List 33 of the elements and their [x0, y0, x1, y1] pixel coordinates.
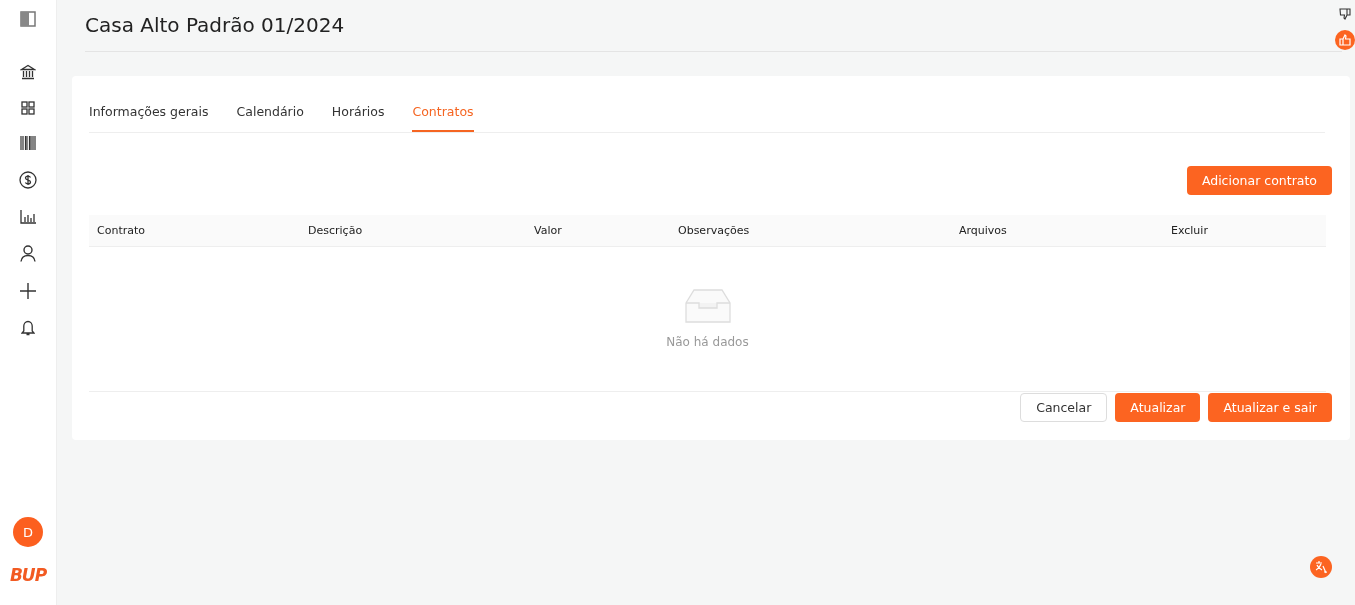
translate-button[interactable] — [1310, 556, 1332, 578]
column-header: Valor — [534, 224, 562, 237]
cancel-button[interactable]: Cancelar — [1020, 393, 1108, 422]
plus-icon[interactable] — [20, 283, 36, 299]
user-avatar[interactable]: D — [13, 517, 43, 547]
brand-logo: BUP — [9, 565, 47, 585]
empty-inbox-icon — [684, 289, 731, 323]
sidebar-toggle-icon[interactable] — [20, 11, 36, 27]
empty-message: Não há dados — [666, 335, 749, 349]
thumbs-down-icon[interactable] — [1339, 8, 1351, 20]
bank-icon[interactable] — [20, 64, 36, 80]
tab[interactable]: Informações gerais — [89, 98, 209, 132]
grid-icon[interactable] — [21, 101, 35, 115]
primary-button[interactable]: Atualizar — [1115, 393, 1201, 422]
bell-icon[interactable] — [21, 320, 35, 336]
column-header: Observações — [678, 224, 750, 237]
dollar-icon[interactable] — [19, 171, 37, 189]
column-header: Contrato — [97, 224, 145, 237]
page-title: Casa Alto Padrão 01/2024 — [85, 12, 345, 39]
thumbs-up-button[interactable] — [1335, 30, 1355, 50]
tab[interactable]: Contratos — [412, 98, 474, 132]
translate-icon — [1315, 560, 1327, 574]
thumbs-up-icon — [1339, 34, 1351, 46]
user-icon[interactable] — [20, 245, 36, 262]
tab[interactable]: Calendário — [236, 98, 304, 132]
column-header: Descrição — [308, 224, 363, 237]
add-contract-button[interactable]: Adicionar contrato — [1186, 166, 1332, 195]
column-header: Excluir — [1171, 224, 1208, 237]
column-header: Arquivos — [959, 224, 1007, 237]
tab[interactable]: Horários — [331, 98, 385, 132]
bar-chart-icon[interactable] — [20, 210, 36, 224]
barcode-icon[interactable] — [20, 136, 36, 150]
primary-button[interactable]: Atualizar e sair — [1208, 393, 1332, 422]
